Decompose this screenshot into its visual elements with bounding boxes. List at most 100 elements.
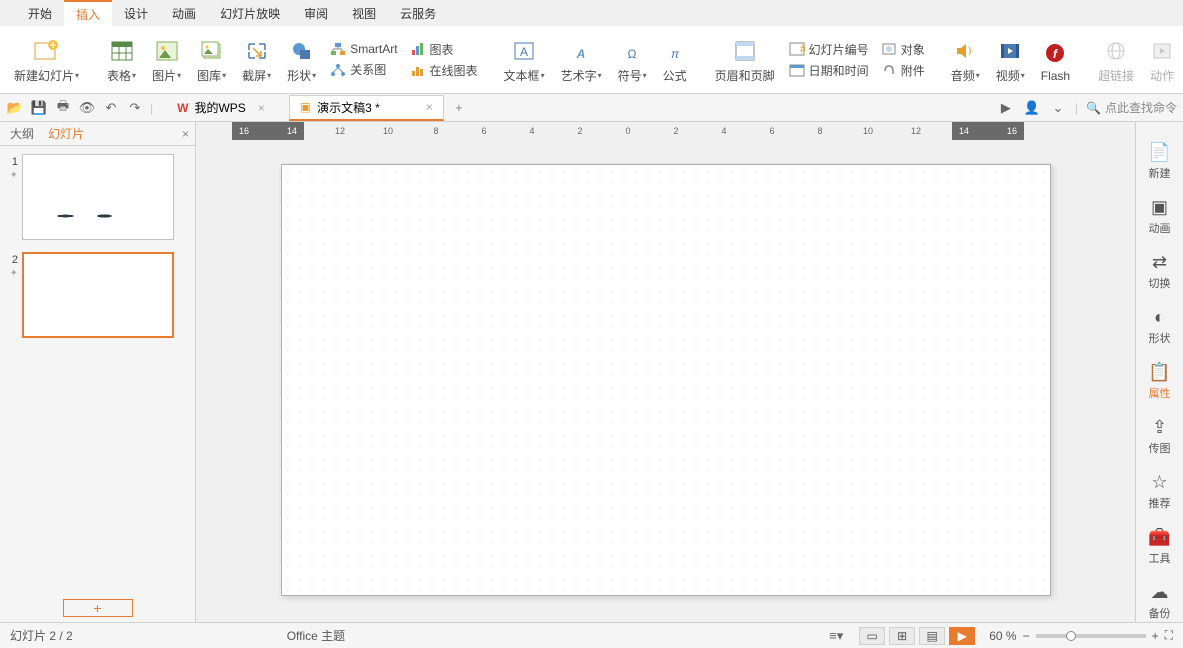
slides-tab[interactable]: 幻灯片 [44, 123, 88, 144]
theme-name: Office 主题 [287, 627, 345, 644]
slide-number-icon: # [789, 41, 805, 57]
equation-icon: π [663, 35, 687, 67]
side-tool-button[interactable]: 🧰工具 [1148, 527, 1170, 566]
zoom-slider[interactable] [1036, 634, 1146, 638]
tab-slideshow[interactable]: 幻灯片放映 [208, 0, 292, 26]
equation-button[interactable]: π 公式 [657, 29, 693, 91]
side-backup-button[interactable]: ☁备份 [1148, 582, 1170, 621]
collapse-icon[interactable]: ⌄ [1049, 99, 1067, 117]
new-slide-button[interactable]: 新建幻灯片▾ [8, 29, 85, 91]
presentation-icon: ▣ [300, 100, 311, 114]
picture-icon [155, 35, 179, 67]
sorter-view-button[interactable]: ⊞ [889, 627, 915, 645]
menu-tabs: 开始 插入 设计 动画 幻灯片放映 审阅 视图 云服务 [0, 0, 1183, 26]
flash-button[interactable]: f Flash [1035, 29, 1076, 91]
tab-start[interactable]: 开始 [16, 0, 64, 26]
ribbon: 新建幻灯片▾ 表格▾ 图片▾ 图库▾ 截屏▾ 形状▾ SmartArt 关系图 … [0, 26, 1183, 94]
side-trans-button[interactable]: ⇄切换 [1148, 252, 1170, 291]
reading-view-button[interactable]: ▤ [919, 627, 945, 645]
tab-review[interactable]: 审阅 [292, 0, 340, 26]
side-anim-button[interactable]: ▣动画 [1148, 197, 1170, 236]
wordart-button[interactable]: A 艺术字▾ [555, 29, 608, 91]
table-button[interactable]: 表格▾ [101, 29, 142, 91]
smartart-icon [330, 41, 346, 57]
svg-text:#: # [800, 42, 805, 56]
wps-tab[interactable]: W 我的WPS × [167, 95, 275, 121]
prop-icon: 📋 [1148, 362, 1170, 383]
zoom-out-icon[interactable]: − [1023, 629, 1030, 643]
command-search[interactable]: 🔍 点此查找命令 [1086, 99, 1177, 116]
screenshot-button[interactable]: 截屏▾ [236, 29, 277, 91]
present-icon[interactable]: ▶ [997, 99, 1015, 117]
outline-tab[interactable]: 大纲 [6, 123, 38, 144]
close-panel-icon[interactable]: × [182, 127, 189, 141]
close-doc-icon[interactable]: × [426, 100, 433, 114]
person-icon[interactable]: 👤 [1023, 99, 1041, 117]
print-icon[interactable]: 🖶 [54, 99, 72, 117]
tab-animation[interactable]: 动画 [160, 0, 208, 26]
smartart-button[interactable]: SmartArt [326, 40, 401, 58]
zoom-level[interactable]: 60 % [989, 629, 1016, 643]
slideshow-button[interactable]: ▶ [949, 627, 975, 645]
normal-view-button[interactable]: ▭ [859, 627, 885, 645]
open-icon[interactable]: 📂 [6, 99, 24, 117]
fit-icon[interactable]: ⛶ [1165, 628, 1173, 643]
video-button[interactable]: 视频▾ [990, 29, 1031, 91]
picture-button[interactable]: 图片▾ [146, 29, 187, 91]
new-slide-icon [33, 35, 61, 67]
shape-button[interactable]: 形状▾ [281, 29, 322, 91]
object-button[interactable]: 对象 [877, 40, 929, 59]
close-tab-icon[interactable]: × [258, 101, 265, 115]
gallery-icon [200, 35, 224, 67]
slide-thumb-1[interactable]: 1 ✦ [4, 154, 191, 240]
symbol-button[interactable]: Ω 符号▾ [612, 29, 653, 91]
textbox-button[interactable]: A 文本框▾ [498, 29, 551, 91]
relation-button[interactable]: 关系图 [326, 60, 401, 79]
screenshot-icon [245, 35, 269, 67]
print-preview-icon[interactable]: 👁 [78, 99, 96, 117]
star-icon: ✦ [10, 268, 18, 279]
side-file-button[interactable]: 📄新建 [1148, 142, 1170, 181]
anim-icon: ▣ [1151, 197, 1168, 218]
date-time-button[interactable]: 日期和时间 [785, 61, 873, 80]
svg-text:A: A [576, 47, 586, 61]
add-slide-button[interactable]: + [63, 599, 133, 617]
flash-icon: f [1043, 37, 1067, 69]
online-chart-button[interactable]: 在线图表 [406, 61, 482, 80]
side-prop-button[interactable]: 📋属性 [1148, 362, 1170, 401]
slides-panel: 大纲 幻灯片 × 1 ✦ 2 ✦ + [0, 122, 196, 622]
vertical-scrollbar[interactable] [1117, 140, 1135, 622]
tab-design[interactable]: 设计 [112, 0, 160, 26]
slide-thumb-2[interactable]: 2 ✦ [4, 252, 191, 338]
hyperlink-button[interactable]: 超链接 [1092, 29, 1140, 91]
status-bar: 幻灯片 2 / 2 Office 主题 ≡▾ ▭ ⊞ ▤ ▶ 60 % − + … [0, 622, 1183, 648]
save-icon[interactable]: 💾 [30, 99, 48, 117]
header-footer-button[interactable]: 页眉和页脚 [709, 29, 781, 91]
side-shape-button[interactable]: ◐形状 [1148, 307, 1170, 346]
slide-canvas[interactable] [281, 164, 1051, 596]
tab-insert[interactable]: 插入 [64, 0, 112, 26]
zoom-in-icon[interactable]: + [1152, 629, 1159, 643]
undo-icon[interactable]: ↶ [102, 99, 120, 117]
attachment-button[interactable]: 附件 [877, 61, 929, 80]
audio-icon [953, 35, 977, 67]
chart-button[interactable]: 图表 [406, 40, 482, 59]
redo-icon[interactable]: ↷ [126, 99, 144, 117]
wps-logo-icon: W [177, 101, 188, 115]
file-icon: 📄 [1148, 142, 1170, 163]
document-tab[interactable]: ▣ 演示文稿3 * × [289, 95, 444, 121]
add-tab-icon[interactable]: + [450, 99, 468, 117]
tab-view[interactable]: 视图 [340, 0, 388, 26]
horizontal-ruler: 1614121086420246810121416 [232, 122, 1024, 140]
side-upload-button[interactable]: ⇪传图 [1148, 417, 1170, 456]
action-button[interactable]: 动作 [1144, 29, 1180, 91]
side-rec-button[interactable]: ☆推荐 [1148, 472, 1170, 511]
shape-icon: ◐ [1154, 307, 1165, 328]
audio-button[interactable]: 音频▾ [945, 29, 986, 91]
tab-cloud[interactable]: 云服务 [388, 0, 448, 26]
slide-number-button[interactable]: #幻灯片编号 [785, 40, 873, 59]
notes-toggle-icon[interactable]: ≡▾ [827, 627, 845, 645]
slide-position: 幻灯片 2 / 2 [10, 627, 73, 644]
svg-text:A: A [520, 45, 528, 59]
gallery-button[interactable]: 图库▾ [191, 29, 232, 91]
